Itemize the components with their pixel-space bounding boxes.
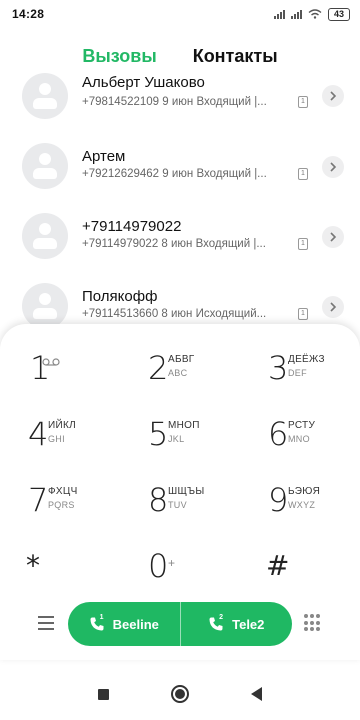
voicemail-icon [42,358,60,366]
sim-badge-icon: 1 [298,238,308,250]
dial-key-hash[interactable]: # [266,546,360,596]
wifi-icon [308,9,322,19]
chevron-right-icon [330,302,337,312]
call-sim2-button[interactable]: 2 Tele2 [179,602,293,646]
status-time: 14:28 [12,7,45,21]
dialpad: 1 2 АБВГ ABC 3 ДЕЁЖЗ DEF 4 ИЙКЛ GHI 5 МН… [0,324,360,660]
tab-calls[interactable]: Вызовы [82,46,156,67]
dial-key-7[interactable]: 7 ФХЦЧ PQRS [28,480,128,530]
call-details-button[interactable] [322,226,344,248]
signal-icon [274,9,285,19]
call-details-button[interactable] [322,156,344,178]
call-buttons: 1 Beeline 2 Tele2 [68,602,292,646]
avatar-icon [22,283,68,328]
dial-key-4[interactable]: 4 ИЙКЛ GHI [28,414,128,464]
dial-key-0[interactable]: 0 + [148,546,248,596]
avatar-icon [22,73,68,119]
sim-badge-icon: 1 [298,308,308,320]
chevron-right-icon [330,162,337,172]
call-list: Альберт Ушаково +79814522109 9 июн Входя… [0,72,360,328]
phone-sim1-icon: 1 [89,614,105,632]
status-bar: 14:28 43 [0,0,360,28]
phone-sim2-icon: 2 [208,614,224,632]
contact-name: Полякофф [82,288,158,305]
contact-name: Альберт Ушаково [82,74,205,91]
battery-icon: 43 [328,7,350,21]
tab-contacts[interactable]: Контакты [193,46,278,67]
call-details-button[interactable] [322,296,344,318]
call-sim1-label: Beeline [112,616,159,632]
call-detail: +79114513660 8 июн Исходящий... [82,308,267,320]
menu-icon[interactable] [38,616,54,630]
tab-bar: Вызовы Контакты [0,40,360,72]
chevron-right-icon [330,232,337,242]
sim-badge-icon: 1 [298,168,308,180]
dial-key-star[interactable]: * [26,546,126,596]
contact-name: Артем [82,148,126,165]
call-list-item[interactable]: Полякофф +79114513660 8 июн Исходящий...… [0,276,360,328]
call-list-item[interactable]: Альберт Ушаково +79814522109 9 июн Входя… [0,72,360,126]
dial-key-6[interactable]: 6 РСТУ MNO [268,414,360,464]
call-list-item[interactable]: +79114979022 +79114979022 8 июн Входящий… [0,206,360,266]
call-details-button[interactable] [322,85,344,107]
avatar-icon [22,143,68,189]
system-nav-bar [0,668,360,720]
call-sim1-button[interactable]: 1 Beeline [68,602,180,646]
dial-key-2[interactable]: 2 АБВГ ABC [148,348,248,398]
dial-key-1[interactable]: 1 [30,348,130,398]
status-icons: 43 [274,7,350,21]
dial-key-3[interactable]: 3 ДЕЁЖЗ DEF [268,348,360,398]
call-detail: +79814522109 9 июн Входящий |... [82,96,267,108]
contact-name: +79114979022 [82,218,182,235]
keypad-toggle-icon[interactable] [304,614,320,632]
call-detail: +79114979022 8 июн Входящий |... [82,238,266,250]
call-list-item[interactable]: Артем +79212629462 9 июн Входящий |... 1 [0,136,360,196]
signal-icon [291,9,302,19]
recents-icon[interactable] [98,688,109,700]
dial-key-8[interactable]: 8 ШЩЪЫ TUV [148,480,248,530]
chevron-right-icon [330,91,337,101]
home-icon[interactable] [171,685,189,703]
sim-badge-icon: 1 [298,96,308,108]
back-icon[interactable] [251,687,262,701]
call-sim2-label: Tele2 [232,616,265,632]
dial-key-9[interactable]: 9 ЬЭЮЯ WXYZ [268,480,360,530]
dial-key-5[interactable]: 5 МНОП JKL [148,414,248,464]
avatar-icon [22,213,68,259]
call-detail: +79212629462 9 июн Входящий |... [82,168,267,180]
dialpad-actions: 1 Beeline 2 Tele2 [0,600,360,648]
